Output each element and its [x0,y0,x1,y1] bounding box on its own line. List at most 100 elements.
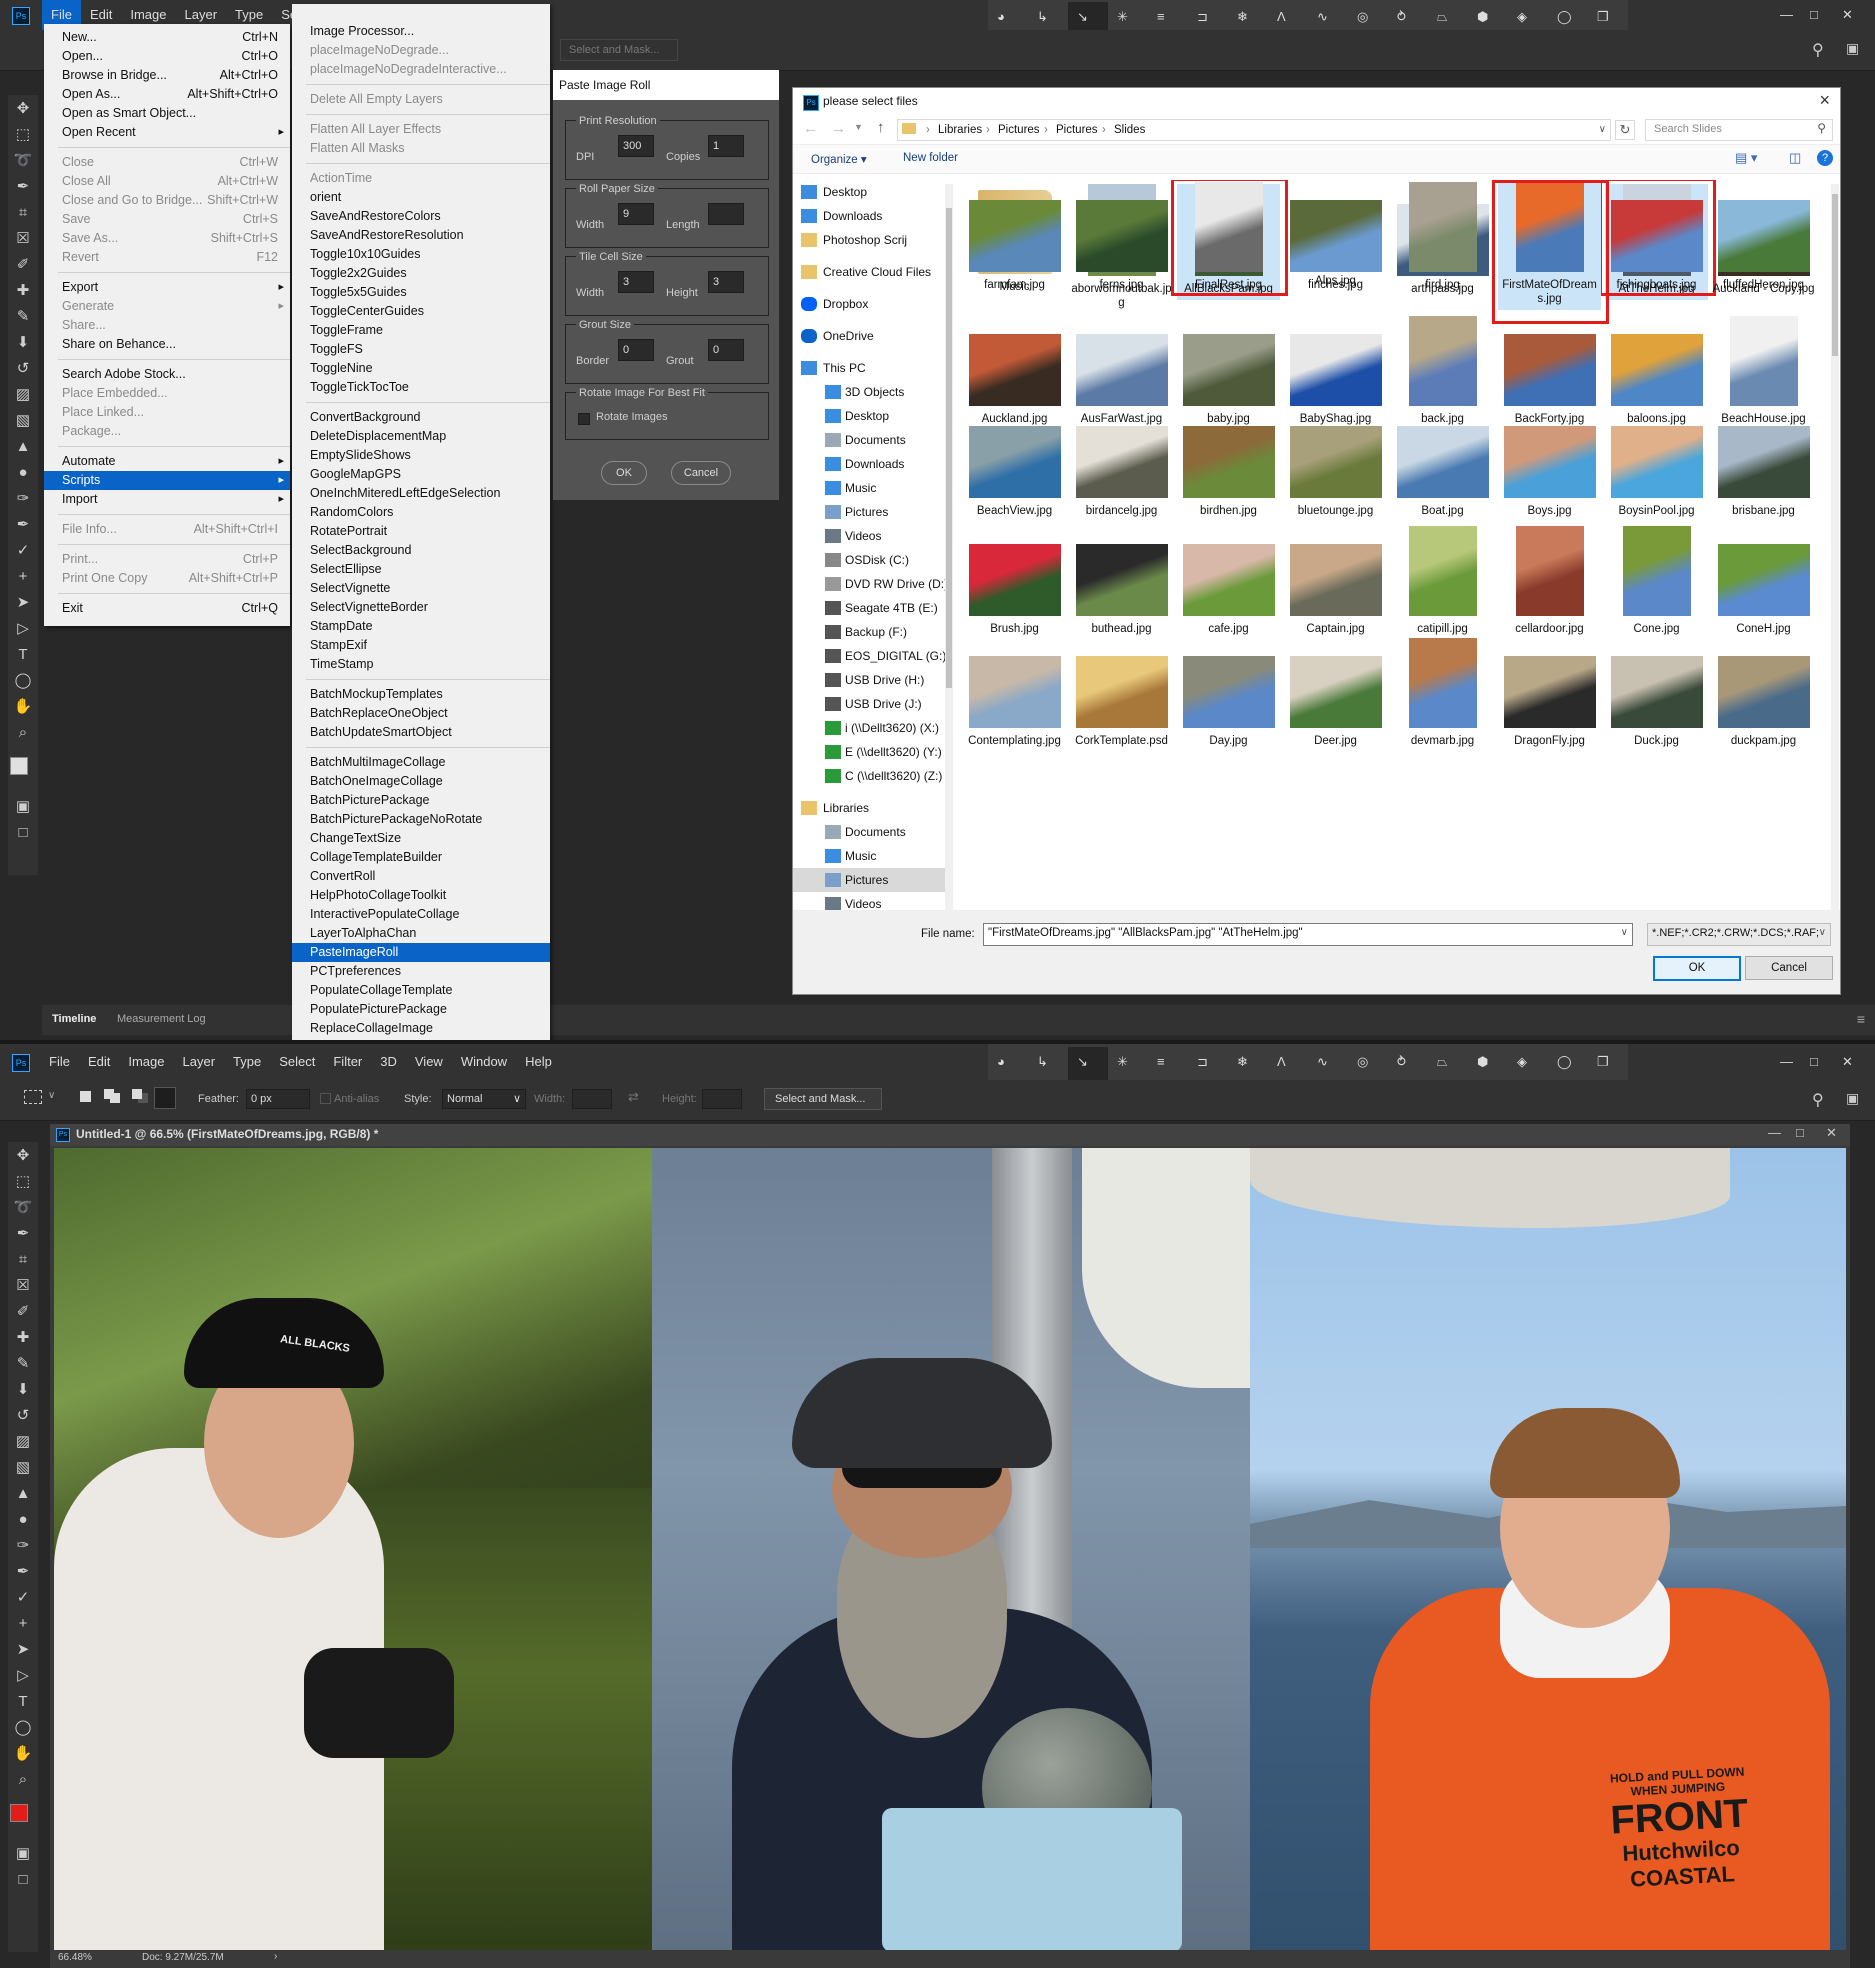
nav-item-documents[interactable]: Documents [793,428,951,452]
brush-tool-icon[interactable]: ✎ [8,1350,38,1376]
file-ferns-jpg[interactable]: ferns.jpg [1070,180,1173,292]
type-tool-icon[interactable]: T [8,641,38,667]
script-item-batchreplaceoneobject[interactable]: BatchReplaceOneObject [292,704,550,723]
nav-item-desktop[interactable]: Desktop [793,404,951,428]
frame-tool-icon[interactable]: ☒ [8,1272,38,1298]
tab-measurement-log[interactable]: Measurement Log [117,1013,206,1025]
refresh-icon[interactable]: ↻ [1615,120,1635,140]
grid-scrollbar[interactable] [1831,184,1839,914]
script-item-convertbackground[interactable]: ConvertBackground [292,408,550,427]
nav-item-music[interactable]: Music [793,476,951,500]
file-devmarb-jpg[interactable]: devmarb.jpg [1391,636,1494,748]
file-menu-item-close-and-go-to-bridge[interactable]: Close and Go to Bridge... Shift+Ctrl+W [44,191,290,210]
script-item-emptyslideshows[interactable]: EmptySlideShows [292,446,550,465]
file-farmfam-jpg[interactable]: farmfam.jpg [963,180,1066,292]
star-burst-icon[interactable]: ✳ [1108,1047,1148,1083]
file-menu-item-save-as[interactable]: Save As... Shift+Ctrl+S [44,229,290,248]
script-item-togglenine[interactable]: ToggleNine [292,359,550,378]
script-item-rotateportrait[interactable]: RotatePortrait [292,522,550,541]
nav-item-pictures[interactable]: Pictures [793,868,951,892]
quick-mask-icon[interactable]: ▣ [8,793,38,819]
grout-field[interactable]: 0 [708,339,744,361]
file-bluetounge-jpg[interactable]: bluetounge.jpg [1284,406,1387,518]
file-corktemplate-psd[interactable]: CorkTemplate.psd [1070,636,1173,748]
freeform-pen-icon[interactable]: ✒ [8,511,38,537]
pen-tool-icon[interactable]: ✑ [8,1532,38,1558]
add-anchor-icon[interactable]: + [8,563,38,589]
file-menu-item-open-as-smart-object[interactable]: Open as Smart Object... [44,104,290,123]
minimize-icon[interactable]: — [1780,1047,1793,1077]
close-icon[interactable]: ✕ [1842,0,1853,30]
nav-item-photoshop-scrij[interactable]: Photoshop Scrij✶ [793,228,951,252]
script-item-pctpreferences[interactable]: PCTpreferences [292,962,550,981]
script-item-batchupdatesmartobject[interactable]: BatchUpdateSmartObject [292,723,550,742]
zoom-tool-icon[interactable]: ⌕ [8,719,38,745]
script-item-flatten-all-masks[interactable]: Flatten All Masks [292,139,550,158]
wave-icon[interactable]: ∿ [1308,1047,1348,1083]
script-item-pasteimageroll[interactable]: PasteImageRoll [292,943,550,962]
script-item-randomcolors[interactable]: RandomColors [292,503,550,522]
nav-item-desktop[interactable]: Desktop✶ [793,180,951,204]
path-select-icon[interactable]: ➤ [8,1636,38,1662]
line-tool-icon[interactable]: ↘ [1068,1047,1108,1083]
file-menu-item-open[interactable]: Open... Ctrl+O [44,47,290,66]
view-options-icon[interactable]: ▤ ▾ [1735,150,1757,166]
nav-item-dropbox[interactable]: Dropbox [793,292,951,316]
frame-tool-icon[interactable]: ☒ [8,225,38,251]
dropdown-small-icon[interactable]: ▼ [854,122,863,132]
filename-dropdown-icon[interactable]: ∨ [1621,927,1628,938]
script-item-deletedisplacementmap[interactable]: DeleteDisplacementMap [292,427,550,446]
marquee-tool-icon[interactable]: ⬚ [8,121,38,147]
paper-length-field[interactable] [708,203,744,225]
menubar-file[interactable]: File [40,1047,79,1077]
file-menu-item-share-on-behance[interactable]: Share on Behance... [44,335,290,354]
gradient-tool-icon[interactable]: ▧ [8,1454,38,1480]
file-buthead-jpg[interactable]: buthead.jpg [1070,524,1173,636]
gradient-tool-icon[interactable]: ▧ [8,407,38,433]
file-cancel-button[interactable]: Cancel [1745,956,1833,980]
new-folder-button[interactable]: New folder [903,152,958,164]
menubar-filter[interactable]: Filter [324,1047,371,1077]
script-item-selectellipse[interactable]: SelectEllipse [292,560,550,579]
foreground-swatch[interactable] [10,757,28,775]
clone-stamp-icon[interactable]: ⬇ [8,329,38,355]
script-item-batchpicturepackagenorotate[interactable]: BatchPicturePackageNoRotate [292,810,550,829]
tile-height-field[interactable]: 3 [708,271,744,293]
antialias-checkbox[interactable] [320,1093,331,1104]
tripod-icon[interactable]: ❐ [1588,1047,1628,1083]
script-item-delete-all-empty-layers[interactable]: Delete All Empty Layers [292,90,550,109]
direct-select-icon[interactable]: ▷ [8,1662,38,1688]
lines-icon[interactable]: ≡ [1148,1047,1188,1083]
nav-item-osdisk-c[interactable]: OSDisk (C:) [793,548,951,572]
minimize-icon[interactable]: — [1780,0,1793,30]
eyedropper-icon[interactable]: ✐ [8,1298,38,1324]
marquee-preset-icon[interactable] [24,1090,42,1104]
nav-item-i-dellt3620-x[interactable]: i (\\Dellt3620) (X:) [793,716,951,740]
preview-pane-icon[interactable]: ◫ [1789,150,1801,166]
script-item-togglecenterguides[interactable]: ToggleCenterGuides [292,302,550,321]
script-item-toggle2x2guides[interactable]: Toggle2x2Guides [292,264,550,283]
zoom-level[interactable]: 66.48% [58,1952,92,1963]
crumb-pictures-2[interactable]: Pictures [1056,120,1098,140]
file-menu-item-new[interactable]: New... Ctrl+N [44,28,290,47]
clone-stamp-icon[interactable]: ⬇ [8,1376,38,1402]
file-cafe-jpg[interactable]: cafe.jpg [1177,524,1280,636]
file-menu-item-open-recent[interactable]: Open Recent [44,123,290,142]
brush-tool-icon[interactable]: ✎ [8,303,38,329]
maximize-icon[interactable]: □ [1810,1047,1818,1077]
nav-item-creative-cloud-files[interactable]: Creative Cloud Files [793,260,951,284]
file-menu-item-file-info[interactable]: File Info... Alt+Shift+Ctrl+I [44,520,290,539]
crumb-pictures[interactable]: Pictures [998,120,1040,140]
quick-mask-icon[interactable]: ▣ [8,1840,38,1866]
healing-brush-icon[interactable]: ✚ [8,277,38,303]
width-input[interactable] [572,1089,612,1109]
script-item-replacecollageimage[interactable]: ReplaceCollageImage [292,1019,550,1038]
nav-item-downloads[interactable]: Downloads✶ [793,204,951,228]
crumb-slides[interactable]: Slides [1114,120,1145,140]
filename-input[interactable]: "FirstMateOfDreams.jpg" "AllBlacksPam.jp… [988,927,1303,939]
cube-icon[interactable]: ⬢ [1468,1047,1508,1083]
menubar-edit[interactable]: Edit [79,1047,119,1077]
border-field[interactable]: 0 [618,339,654,361]
intersect-selection-icon[interactable] [154,1087,176,1109]
menubar-window[interactable]: Window [452,1047,516,1077]
